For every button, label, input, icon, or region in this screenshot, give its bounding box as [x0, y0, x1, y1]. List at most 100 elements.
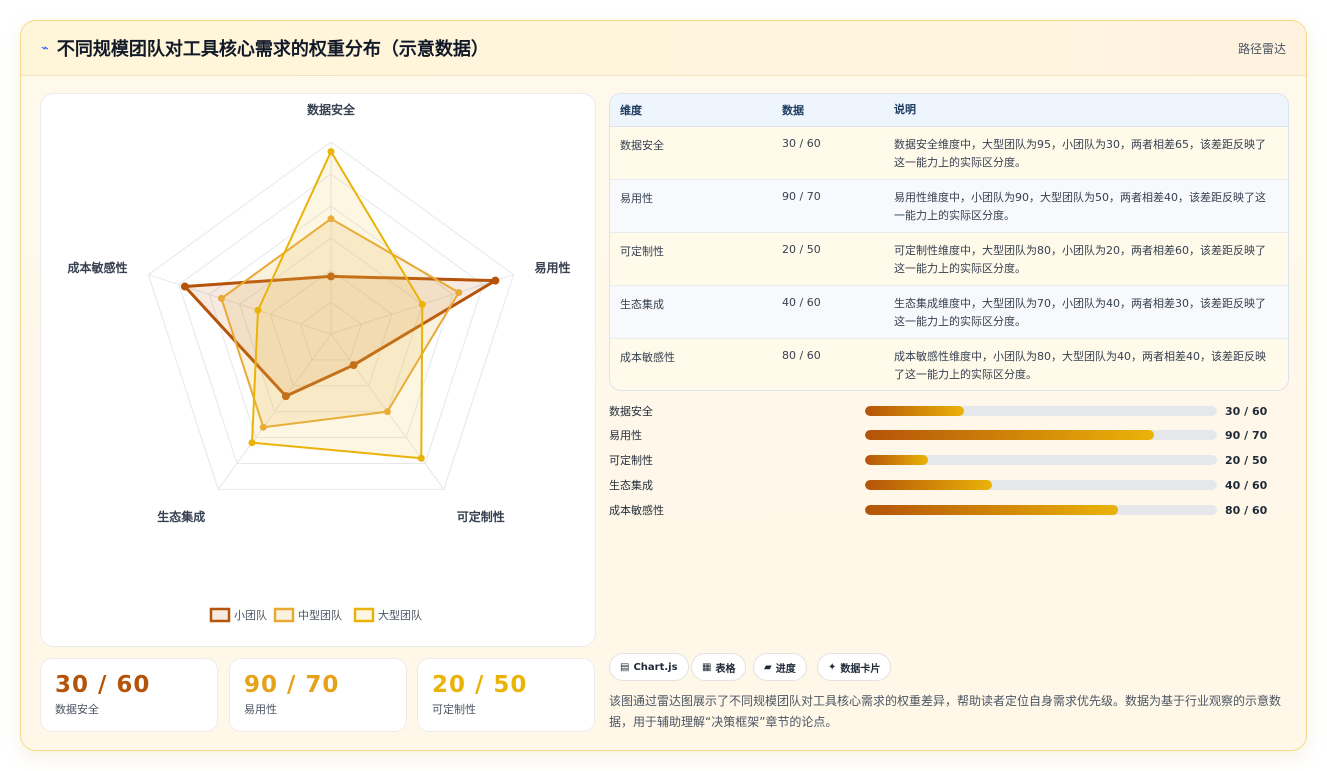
legend-label: 大型团队	[378, 608, 422, 622]
page-title: 不同规模团队对工具核心需求的权重分布（示意数据）	[56, 39, 489, 60]
series-point	[254, 306, 262, 314]
cell-description: 可定制性维度中，大型团队为80，小团队为20，两者相差60，该差距反映了这一能力…	[894, 244, 1266, 275]
legend-swatch	[273, 607, 295, 623]
series-area-2	[251, 150, 424, 460]
chip-table[interactable]: ▦ 表格	[691, 653, 747, 681]
kpi-card-1: 30 / 60 数据安全	[40, 658, 218, 732]
chip-label: 进度	[775, 663, 796, 675]
progress-track	[865, 505, 1217, 515]
axis-label: 数据安全	[307, 102, 356, 117]
progress-fill	[865, 406, 964, 416]
kpi-card-3: 20 / 50 可定制性	[417, 658, 595, 732]
axis-label: 生态集成	[157, 509, 205, 524]
progress-track	[865, 430, 1217, 440]
progress-value: 30 / 60	[1225, 404, 1268, 418]
axis-label: 易用性	[535, 260, 571, 275]
progress-fill	[865, 505, 1119, 515]
column-header: 说明	[894, 103, 916, 116]
axis-label: 可定制性	[457, 509, 505, 524]
progress-label: 数据安全	[609, 405, 653, 418]
cell-data: 90 / 70	[782, 190, 821, 203]
chip-label: 数据卡片	[840, 663, 881, 675]
table-row: 生态集成 40 / 60 生态集成维度中，大型团队为70，小团队为40，两者相差…	[610, 286, 1288, 339]
cell-data: 40 / 60	[782, 296, 821, 309]
cell-dimension: 易用性	[620, 192, 653, 205]
progress-row: 数据安全 30 / 60	[609, 401, 1289, 421]
legend-swatch	[209, 607, 231, 623]
progress-track	[865, 455, 1217, 465]
cell-dimension: 可定制性	[620, 245, 664, 258]
cell-data: 20 / 50	[782, 243, 821, 256]
kpi-label: 易用性	[244, 703, 277, 716]
kpi-label: 可定制性	[432, 703, 476, 716]
progress-fill	[865, 480, 992, 490]
column-header: 数据	[782, 104, 804, 117]
series-point	[455, 288, 463, 296]
cell-description: 数据安全维度中，大型团队为95，小团队为30，两者相差65，该差距反映了这一能力…	[894, 138, 1266, 169]
cell-description: 易用性维度中，小团队为90，大型团队为50，两者相差40，该差距反映了这一能力上…	[894, 191, 1266, 222]
progress-label: 可定制性	[609, 454, 653, 467]
table-row: 可定制性 20 / 50 可定制性维度中，大型团队为80，小团队为20，两者相差…	[610, 233, 1288, 286]
header-tag: 路径雷达	[1237, 41, 1286, 56]
progress-row: 生态集成 40 / 60	[609, 475, 1289, 495]
progress-value: 80 / 60	[1225, 503, 1268, 517]
progress-row: 易用性 90 / 70	[609, 425, 1289, 445]
table-header: 维度 数据 说明	[610, 94, 1288, 127]
progress-label: 生态集成	[609, 479, 653, 492]
progress-value: 40 / 60	[1225, 478, 1268, 492]
series-point	[491, 276, 500, 285]
cell-dimension: 生态集成	[620, 298, 664, 311]
pulse-icon: ⌁	[41, 40, 49, 56]
table-row: 成本敏感性 80 / 60 成本敏感性维度中，小团队为80，大型团队为40，两者…	[610, 339, 1288, 390]
progress-label: 易用性	[609, 429, 642, 442]
card-header: ⌁ 不同规模团队对工具核心需求的权重分布（示意数据） 路径雷达	[21, 21, 1306, 76]
progress-icon: ▰	[764, 661, 772, 673]
description-note: 该图通过雷达图展示了不同规模团队对工具核心需求的权重差异，帮助读者定位自身需求优…	[609, 694, 1282, 729]
series-point	[248, 439, 256, 447]
legend-swatch	[353, 607, 375, 623]
table-icon: ▦	[702, 661, 712, 673]
series-point	[180, 282, 189, 291]
data-table: 维度 数据 说明 数据安全 30 / 60 数据安全维度中，大型团队为95，小团…	[609, 93, 1289, 391]
series-point	[327, 148, 335, 156]
progress-track	[865, 480, 1217, 490]
cell-dimension: 数据安全	[620, 139, 664, 152]
progress-value: 20 / 50	[1225, 453, 1268, 467]
chip-data-card[interactable]: ✦ 数据卡片	[817, 653, 892, 681]
kpi-value: 30 / 60	[55, 672, 151, 698]
legend-label: 中型团队	[298, 608, 342, 622]
chart-icon: ▤	[620, 661, 630, 673]
progress-label: 成本敏感性	[609, 504, 664, 517]
cell-data: 80 / 60	[782, 349, 821, 362]
chip-progress[interactable]: ▰ 进度	[753, 653, 807, 681]
cell-description: 生态集成维度中，大型团队为70，小团队为40，两者相差30，该差距反映了这一能力…	[894, 297, 1266, 328]
progress-track	[865, 406, 1217, 416]
series-point	[417, 454, 425, 462]
kpi-value: 20 / 50	[432, 672, 528, 698]
progress-fill	[865, 455, 929, 465]
legend-label: 小团队	[234, 608, 267, 622]
series-point	[418, 300, 426, 308]
table-row: 数据安全 30 / 60 数据安全维度中，大型团队为95，小团队为30，两者相差…	[610, 127, 1288, 180]
cell-description: 成本敏感性维度中，小团队为80，大型团队为40，两者相差40，该差距反映了这一能…	[894, 350, 1266, 381]
main-card: ⌁ 不同规模团队对工具核心需求的权重分布（示意数据） 路径雷达 数据安全 易用性可…	[20, 20, 1307, 751]
radar-chart-panel: 数据安全易用性可定制性 生态集成 成本敏感性小团队 中型团队 大型团队	[40, 93, 596, 647]
progress-fill	[865, 430, 1154, 440]
kpi-label: 数据安全	[55, 703, 99, 716]
kpi-card-2: 90 / 70 易用性	[229, 658, 407, 732]
radar-chart: 数据安全易用性可定制性 生态集成 成本敏感性小团队 中型团队 大型团队	[67, 102, 571, 623]
axis-label: 成本敏感性	[67, 260, 127, 275]
cell-data: 30 / 60	[782, 137, 821, 150]
chip-chartjs[interactable]: ▤ Chart.js	[609, 653, 689, 681]
progress-row: 可定制性 20 / 50	[609, 450, 1289, 470]
chip-label: 表格	[715, 663, 736, 675]
progress-row: 成本敏感性 80 / 60	[609, 500, 1289, 520]
kpi-value: 90 / 70	[244, 672, 340, 698]
table-row: 易用性 90 / 70 易用性维度中，小团队为90，大型团队为50，两者相差40…	[610, 180, 1288, 233]
progress-value: 90 / 70	[1225, 428, 1268, 442]
series-point	[217, 294, 225, 302]
column-header: 维度	[620, 104, 642, 117]
cell-dimension: 成本敏感性	[620, 351, 675, 364]
chip-label: Chart.js	[633, 661, 678, 673]
sparkle-icon: ✦	[828, 661, 837, 673]
